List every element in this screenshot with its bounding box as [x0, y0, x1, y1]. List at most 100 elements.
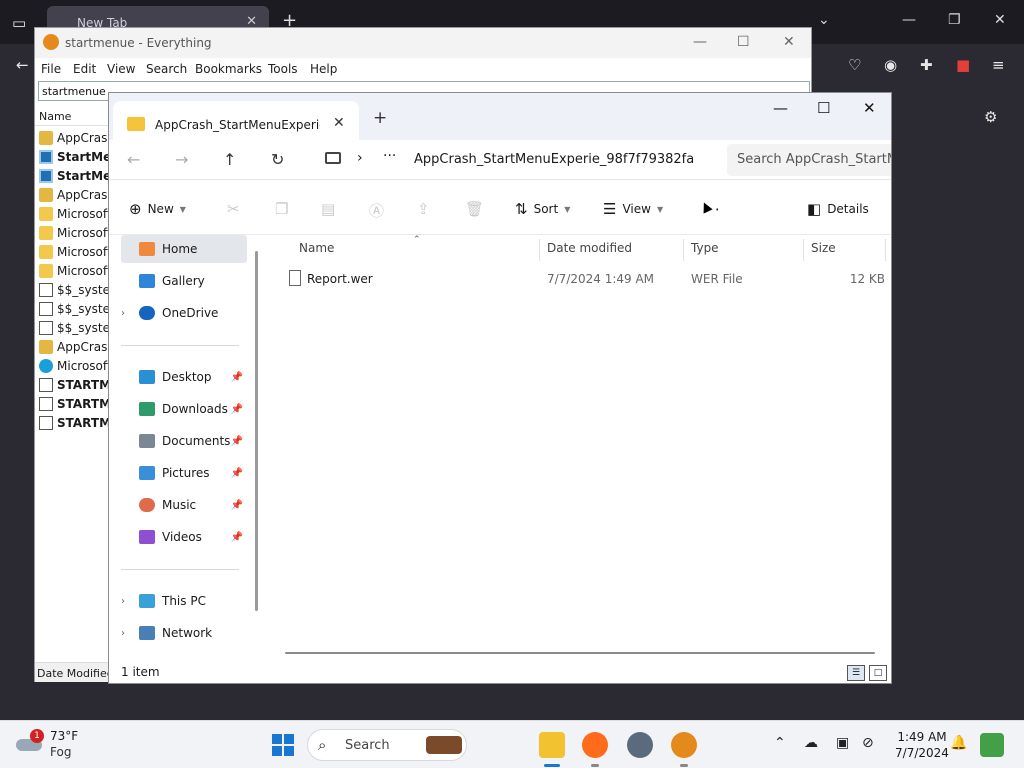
up-arrow-icon[interactable]: ↑ — [223, 150, 236, 169]
address-path-box[interactable]: › ··· AppCrash_StartMenuExperie_98f7f793… — [317, 144, 717, 176]
bell-icon[interactable]: 🔔 — [950, 735, 967, 751]
taskbar-time[interactable]: 1:49 AM — [892, 730, 952, 744]
details-button[interactable]: ◧ Details — [807, 200, 869, 218]
column-header-date[interactable]: Date modified — [547, 241, 632, 261]
pin-icon[interactable]: 📌 — [231, 500, 243, 511]
pocket-icon[interactable]: ♡ — [848, 56, 861, 74]
explorer-tab[interactable]: AppCrash_StartMenuExperie_9 ✕ — [113, 101, 359, 140]
column-header-size[interactable]: Size — [811, 241, 836, 261]
close-window-icon[interactable]: ✕ — [863, 99, 876, 117]
everything-search-icon[interactable] — [671, 732, 697, 758]
details-view-icon[interactable]: ☰ — [847, 665, 865, 681]
menu-icon[interactable]: ≡ — [992, 56, 1005, 74]
file-row[interactable]: Report.wer 7/7/2024 1:49 AM WER File 12 … — [281, 267, 885, 291]
share-icon[interactable]: ⇪ — [417, 200, 436, 218]
weather-widget[interactable]: 1 — [16, 729, 46, 755]
nav-item-home[interactable]: Home — [121, 235, 247, 263]
pin-icon[interactable]: 📌 — [231, 372, 243, 383]
chevron-up-icon[interactable]: ⌃ — [774, 735, 786, 751]
chevron-right-icon[interactable]: › — [121, 628, 139, 639]
refresh-icon[interactable]: ↻ — [271, 150, 284, 169]
gear-icon[interactable]: ⚙ — [984, 108, 997, 126]
column-divider[interactable] — [683, 239, 684, 261]
list-item[interactable]: $$_system — [39, 318, 113, 337]
menu-file[interactable]: File — [41, 62, 61, 76]
menu-search[interactable]: Search — [146, 62, 187, 76]
close-window-icon[interactable]: ✕ — [783, 34, 795, 50]
list-item[interactable]: Microsoft — [39, 261, 113, 280]
display-icon[interactable]: ▣ — [836, 735, 849, 751]
tiles-view-icon[interactable]: □ — [869, 665, 887, 681]
pin-icon[interactable]: 📌 — [231, 436, 243, 447]
account-icon[interactable]: ◉ — [884, 56, 897, 74]
nav-item-pictures[interactable]: Pictures 📌 — [121, 459, 247, 487]
view-button[interactable]: ☰ View ▼ — [603, 200, 663, 218]
chevron-right-icon[interactable]: › — [121, 308, 139, 319]
list-item[interactable]: $$_system — [39, 280, 113, 299]
maximize-icon[interactable]: ☐ — [737, 34, 750, 50]
close-window-icon[interactable]: ✕ — [994, 12, 1006, 28]
menu-view[interactable]: View — [107, 62, 135, 76]
explorer-search-input[interactable]: Search AppCrash_StartMe — [727, 144, 891, 176]
copilot-icon[interactable] — [980, 733, 1004, 757]
forward-arrow-icon[interactable]: → — [175, 150, 188, 169]
minimize-icon[interactable]: — — [693, 34, 707, 50]
more-icon[interactable]: ··· — [383, 148, 396, 164]
network-status-icon[interactable]: ⊘ — [862, 735, 874, 751]
new-tab-button[interactable]: + — [373, 108, 387, 128]
column-header-type[interactable]: Type — [691, 241, 719, 261]
taskbar-date[interactable]: 7/7/2024 — [892, 746, 952, 760]
copy-icon[interactable]: ❐ — [275, 200, 294, 218]
chevron-right-icon[interactable]: › — [121, 596, 139, 607]
maximize-icon[interactable]: ☐ — [817, 99, 830, 117]
menu-bookmarks[interactable]: Bookmarks — [195, 62, 262, 76]
start-button[interactable] — [272, 734, 294, 756]
column-divider[interactable] — [539, 239, 540, 261]
extensions-icon[interactable]: ✚ — [920, 56, 933, 74]
nav-scrollbar[interactable] — [255, 251, 258, 611]
chevron-right-icon[interactable]: › — [357, 150, 363, 166]
onedrive-off-icon[interactable]: ☁ — [804, 735, 818, 751]
list-item[interactable]: STARTME — [39, 413, 113, 432]
delete-icon[interactable]: 🗑 — [465, 200, 490, 218]
list-item[interactable]: StartMen — [39, 147, 113, 166]
column-divider[interactable] — [885, 239, 886, 261]
settings-icon[interactable] — [627, 732, 653, 758]
nav-item-music[interactable]: Music 📌 — [121, 491, 247, 519]
close-icon[interactable]: ✕ — [333, 115, 345, 131]
list-item[interactable]: STARTME — [39, 394, 113, 413]
column-header-name[interactable]: Name — [299, 241, 334, 261]
back-arrow-icon[interactable]: ← — [127, 150, 140, 169]
nav-item-videos[interactable]: Videos 📌 — [121, 523, 247, 551]
pin-icon[interactable]: 📌 — [231, 468, 243, 479]
taskbar-search-box[interactable]: ⌕ Search — [307, 729, 467, 761]
tab-list-icon[interactable]: ▭ — [12, 14, 26, 32]
list-item[interactable]: AppCrash — [39, 128, 113, 147]
nav-item-gallery[interactable]: Gallery — [121, 267, 247, 295]
pin-icon[interactable]: 📌 — [231, 532, 243, 543]
chevron-down-icon[interactable]: ⌄ — [818, 12, 830, 28]
menu-edit[interactable]: Edit — [73, 62, 96, 76]
list-item[interactable]: Microsoft — [39, 356, 113, 375]
file-explorer-icon[interactable] — [539, 732, 565, 758]
sort-button[interactable]: ⇅ Sort ▼ — [515, 200, 570, 218]
nav-item-desktop[interactable]: Desktop 📌 — [121, 363, 247, 391]
firefox-icon[interactable] — [582, 732, 608, 758]
list-item[interactable]: Microsoft — [39, 223, 113, 242]
new-button[interactable]: ⊕ New ▼ — [129, 200, 186, 218]
list-item[interactable]: STARTME — [39, 375, 113, 394]
minimize-icon[interactable]: — — [902, 12, 916, 28]
menu-help[interactable]: Help — [310, 62, 337, 76]
menu-tools[interactable]: Tools — [268, 62, 298, 76]
nav-item-onedrive[interactable]: › OneDrive — [121, 299, 247, 327]
pin-icon[interactable]: 📌 — [231, 404, 243, 415]
list-item[interactable]: StartMen — [39, 166, 113, 185]
nav-item-downloads[interactable]: Downloads 📌 — [121, 395, 247, 423]
list-item[interactable]: $$_system — [39, 299, 113, 318]
minimize-icon[interactable]: — — [773, 99, 788, 117]
weather-condition[interactable]: Fog — [50, 745, 71, 759]
weather-temperature[interactable]: 73°F — [50, 729, 78, 743]
list-item[interactable]: AppCrash — [39, 337, 113, 356]
restore-icon[interactable]: ❐ — [948, 12, 961, 28]
list-item[interactable]: Microsoft — [39, 204, 113, 223]
